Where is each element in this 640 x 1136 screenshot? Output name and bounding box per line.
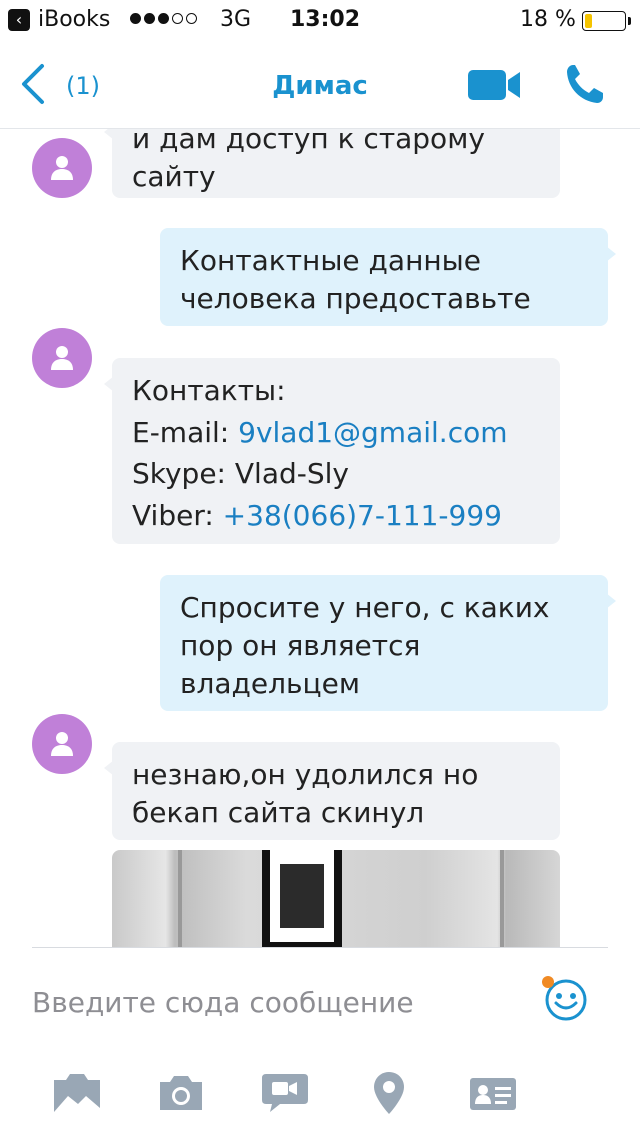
email-label: E-mail:	[132, 415, 239, 449]
viber-label: Viber:	[132, 498, 223, 532]
status-bar: ‹ iBooks 3G 13:02 18 %	[0, 0, 640, 40]
message-input[interactable]	[32, 980, 512, 1024]
compose-divider	[32, 947, 608, 948]
chat-header: (1) Димас	[0, 40, 640, 129]
contacts-heading: Контакты:	[132, 374, 286, 407]
message-bubble-outgoing[interactable]: Спросите у него, с каких пор он является…	[160, 575, 616, 711]
contact-avatar[interactable]	[32, 714, 92, 774]
message-text-line: незнаю,он удолился но	[132, 758, 479, 791]
emoji-icon[interactable]	[540, 974, 590, 1024]
message-text-line: бекап сайта скинул	[132, 796, 425, 829]
video-call-icon[interactable]	[466, 68, 522, 102]
person-icon	[51, 732, 73, 756]
back-app-name[interactable]: iBooks	[38, 7, 110, 32]
attachment-toolbar	[0, 1070, 640, 1120]
contact-avatar[interactable]	[32, 328, 92, 388]
person-icon	[51, 156, 73, 180]
image-attachment-preview[interactable]	[112, 850, 560, 948]
battery-icon	[582, 11, 631, 31]
message-bubble-outgoing[interactable]: Контактные данные человека предоставьте	[160, 228, 616, 326]
message-list[interactable]: и дам доступ к старому сайту Контактные …	[0, 128, 640, 948]
message-text-line: Спросите у него, с каких	[180, 591, 550, 624]
clock: 13:02	[290, 7, 361, 32]
signal-strength-icon	[130, 13, 197, 24]
message-text-line: пор он является	[180, 629, 421, 662]
message-bubble-incoming[interactable]: и дам доступ к старому сайту	[104, 128, 560, 198]
message-text-line: сайту	[132, 160, 216, 193]
video-message-icon[interactable]	[260, 1070, 310, 1116]
network-type: 3G	[220, 7, 252, 32]
email-link[interactable]: 9vlad1@gmail.com	[238, 416, 507, 449]
skype-line: Skype: Vlad-Sly	[132, 457, 349, 490]
message-text-line: владельцем	[180, 667, 360, 700]
person-icon	[51, 346, 73, 370]
phone-call-icon[interactable]	[564, 62, 606, 106]
location-pin-icon[interactable]	[364, 1070, 414, 1116]
contact-name-title[interactable]: Димас	[0, 71, 640, 101]
back-to-app-icon[interactable]: ‹	[8, 9, 30, 31]
battery-percent: 18 %	[520, 7, 576, 32]
message-text-line: человека предоставьте	[180, 282, 531, 315]
message-text-line: и дам доступ к старому	[132, 128, 485, 155]
message-bubble-incoming[interactable]: Контакты: E-mail: 9vlad1@gmail.com Skype…	[104, 358, 560, 544]
message-bubble-incoming[interactable]: незнаю,он удолился но бекап сайта скинул	[104, 742, 560, 840]
contact-card-icon[interactable]	[468, 1070, 518, 1116]
message-text-line: Контактные данные	[180, 244, 482, 277]
camera-icon[interactable]	[156, 1070, 206, 1116]
contact-avatar[interactable]	[32, 138, 92, 198]
phone-link[interactable]: +38(066)7-111-999	[223, 499, 502, 532]
photo-gallery-icon[interactable]	[52, 1070, 102, 1116]
